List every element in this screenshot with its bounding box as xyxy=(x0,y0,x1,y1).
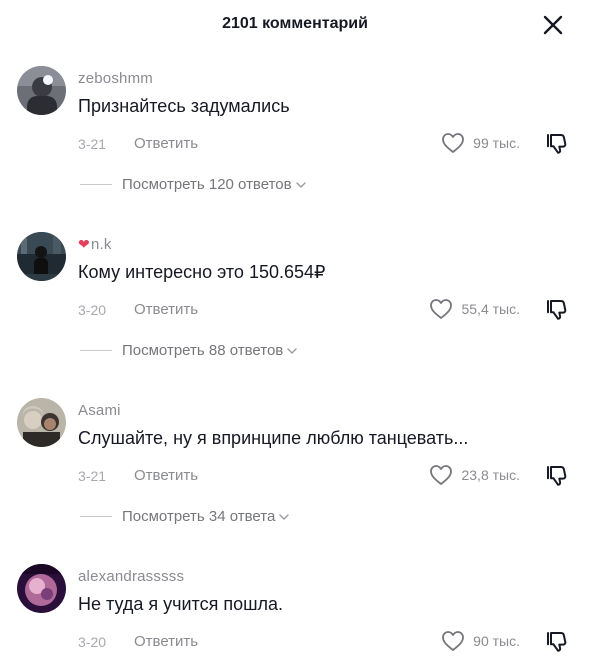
comment-username[interactable]: zeboshmm xyxy=(78,70,153,87)
comment-date: 3-21 xyxy=(78,468,107,484)
divider-line xyxy=(80,516,112,517)
comment-username[interactable]: ❤n.k xyxy=(78,236,112,253)
comment-item: zeboshmm Признайтесь задумались 3-21 Отв… xyxy=(0,66,590,231)
view-replies-label: Посмотреть 34 ответа xyxy=(122,508,276,525)
comment-username-text: n.k xyxy=(90,236,112,253)
reply-button[interactable]: Ответить xyxy=(134,135,198,152)
comment-username[interactable]: alexandrasssss xyxy=(78,568,184,585)
thumbs-down-icon xyxy=(547,300,567,320)
broken-heart-emoji-icon: ❤ xyxy=(78,236,90,252)
avatar[interactable] xyxy=(17,564,66,613)
comment-date: 3-21 xyxy=(78,136,107,152)
close-icon xyxy=(543,15,563,35)
divider-line xyxy=(80,184,112,185)
comments-count-title: 2101 комментарий xyxy=(222,15,368,32)
avatar[interactable] xyxy=(17,66,66,115)
view-replies-button[interactable]: Посмотреть 34 ответа xyxy=(80,508,290,525)
comment-text: Слушайте, ну я впринципе люблю танцевать… xyxy=(78,428,469,448)
dislike-button[interactable] xyxy=(545,463,569,487)
dislike-button[interactable] xyxy=(545,297,569,321)
heart-icon xyxy=(442,631,465,651)
reply-button[interactable]: Ответить xyxy=(134,467,198,484)
comment-date: 3-20 xyxy=(78,302,107,318)
like-button[interactable]: 55,4 тыс. xyxy=(429,298,520,320)
comment-date: 3-20 xyxy=(78,634,107,650)
like-button[interactable]: 99 тыс. xyxy=(441,132,520,154)
heart-icon xyxy=(442,133,465,153)
comment-item: Asami Слушайте, ну я впринципе люблю тан… xyxy=(0,398,590,563)
comment-text: Кому интересно это 150.654₽ xyxy=(78,262,326,282)
close-button[interactable] xyxy=(541,13,565,37)
view-replies-button[interactable]: Посмотреть 88 ответов xyxy=(80,342,298,359)
like-count: 55,4 тыс. xyxy=(461,301,520,317)
heart-icon xyxy=(430,465,453,485)
comment-username[interactable]: Asami xyxy=(78,402,121,419)
comments-header: 2101 комментарий xyxy=(0,0,590,50)
chevron-down-icon xyxy=(287,347,297,354)
thumbs-down-icon xyxy=(547,134,567,154)
like-button[interactable]: 23,8 тыс. xyxy=(429,464,520,486)
chevron-down-icon xyxy=(279,513,289,520)
dislike-button[interactable] xyxy=(545,629,569,653)
divider-line xyxy=(80,350,112,351)
like-count: 90 тыс. xyxy=(473,633,520,649)
view-replies-button[interactable]: Посмотреть 120 ответов xyxy=(80,176,307,193)
comment-item: ❤n.k Кому интересно это 150.654₽ 3-20 От… xyxy=(0,232,590,397)
reply-button[interactable]: Ответить xyxy=(134,301,198,318)
reply-button[interactable]: Ответить xyxy=(134,633,198,650)
view-replies-label: Посмотреть 120 ответов xyxy=(122,176,292,193)
thumbs-down-icon xyxy=(547,466,567,486)
chevron-down-icon xyxy=(295,181,306,188)
view-replies-label: Посмотреть 88 ответов xyxy=(122,342,284,359)
like-count: 99 тыс. xyxy=(473,135,520,151)
comment-item: alexandrasssss Не туда я учится пошла. 3… xyxy=(0,564,590,664)
avatar[interactable] xyxy=(17,232,66,281)
like-count: 23,8 тыс. xyxy=(461,467,520,483)
dislike-button[interactable] xyxy=(545,131,569,155)
like-button[interactable]: 90 тыс. xyxy=(441,630,520,652)
thumbs-down-icon xyxy=(547,632,567,652)
comment-text: Не туда я учится пошла. xyxy=(78,594,284,614)
comment-text: Признайтесь задумались xyxy=(78,96,290,116)
heart-icon xyxy=(430,299,453,319)
avatar[interactable] xyxy=(17,398,66,447)
